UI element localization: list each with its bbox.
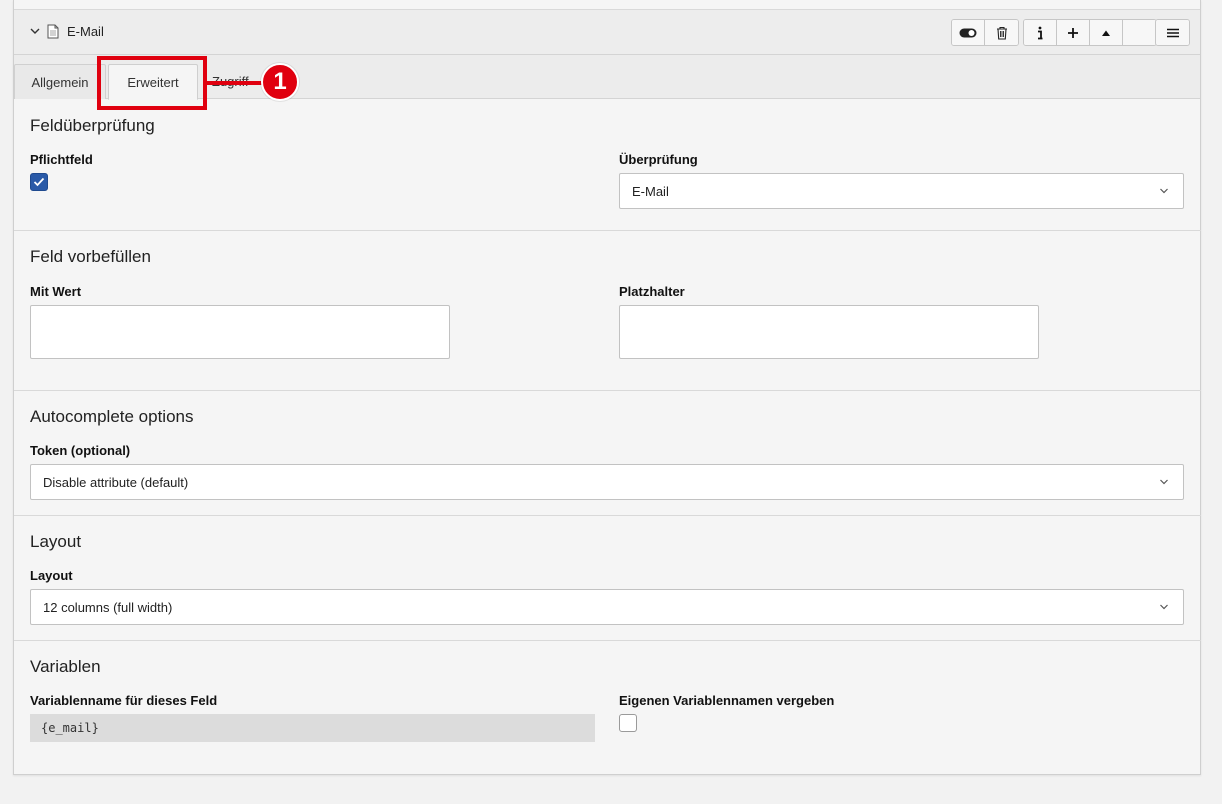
plus-icon: [1068, 27, 1078, 38]
element-title: E-Mail: [67, 24, 104, 39]
add-button[interactable]: [1057, 20, 1090, 45]
section-prefill: Feld vorbefüllen Mit Wert Platzhalter: [14, 231, 1201, 391]
top-strip: [14, 0, 1200, 10]
section-variables: Variablen Variablenname für dieses Feld …: [14, 641, 1201, 774]
form-element-panel: E-Mail Allgemein Erweitert 1 Feldüberprü…: [13, 0, 1201, 775]
check-label: Überprüfung: [619, 152, 698, 167]
variable-name-label: Variablenname für dieses Feld: [30, 693, 218, 708]
section-validation: Feldüberprüfung Pflichtfeld Überprüfung …: [14, 100, 1201, 231]
section-heading: Layout: [30, 532, 82, 551]
toolbar-group-drag: [1155, 19, 1190, 46]
document-icon: [47, 24, 59, 39]
info-button[interactable]: [1024, 20, 1057, 45]
token-label: Token (optional): [30, 443, 131, 458]
checkmark-icon: [33, 177, 45, 187]
chevron-down-icon: [1160, 604, 1168, 610]
chevron-down-icon: [1160, 188, 1168, 194]
section-layout: Layout Layout 12 columns (full width): [14, 516, 1201, 641]
caret-up-icon: [1102, 30, 1110, 36]
placeholder-label: Platzhalter: [619, 284, 685, 299]
section-heading: Autocomplete options: [30, 407, 194, 426]
value-input[interactable]: [30, 305, 450, 359]
annotation-connector: [207, 81, 267, 85]
tab-allgemein[interactable]: Allgemein: [14, 64, 106, 99]
toolbar-group-actions: [1023, 19, 1157, 46]
layout-select[interactable]: 12 columns (full width): [30, 589, 1184, 625]
section-heading: Feldüberprüfung: [30, 116, 155, 135]
toggle-visibility-button[interactable]: [952, 20, 985, 45]
toggle-icon: [959, 28, 977, 37]
chevron-down-icon: [1160, 479, 1168, 485]
custom-variable-label: Eigenen Variablennamen vergeben: [619, 693, 835, 708]
token-select[interactable]: Disable attribute (default): [30, 464, 1184, 500]
trash-icon: [996, 26, 1007, 40]
section-heading: Feld vorbefüllen: [30, 247, 151, 266]
value-label: Mit Wert: [30, 284, 82, 299]
required-checkbox[interactable]: [30, 173, 48, 191]
check-select[interactable]: E-Mail: [619, 173, 1184, 209]
annotation-marker: 1: [261, 63, 299, 101]
placeholder-input[interactable]: [619, 305, 1039, 359]
empty-slot-button: [1123, 20, 1156, 45]
token-select-value: Disable attribute (default): [43, 474, 189, 490]
toolbar-group-visibility: [951, 19, 1019, 46]
required-label: Pflichtfeld: [30, 152, 93, 167]
chevron-down-icon[interactable]: [29, 25, 41, 37]
custom-variable-checkbox[interactable]: [619, 714, 637, 732]
drag-handle-icon: [1166, 28, 1179, 37]
variable-name-value: {e_mail}: [30, 714, 595, 742]
tab-bar: Allgemein Erweitert Zugriff: [14, 55, 1200, 100]
layout-label: Layout: [30, 568, 73, 583]
tab-erweitert[interactable]: Erweitert: [108, 64, 198, 100]
delete-button[interactable]: [985, 20, 1018, 45]
info-icon: [1038, 26, 1043, 39]
check-select-value: E-Mail: [632, 183, 669, 199]
move-up-button[interactable]: [1090, 20, 1123, 45]
element-header[interactable]: E-Mail: [14, 10, 1200, 55]
section-heading: Variablen: [30, 657, 101, 676]
drag-handle-button[interactable]: [1156, 20, 1189, 45]
layout-select-value: 12 columns (full width): [43, 599, 173, 615]
section-autocomplete: Autocomplete options Token (optional) Di…: [14, 391, 1201, 516]
